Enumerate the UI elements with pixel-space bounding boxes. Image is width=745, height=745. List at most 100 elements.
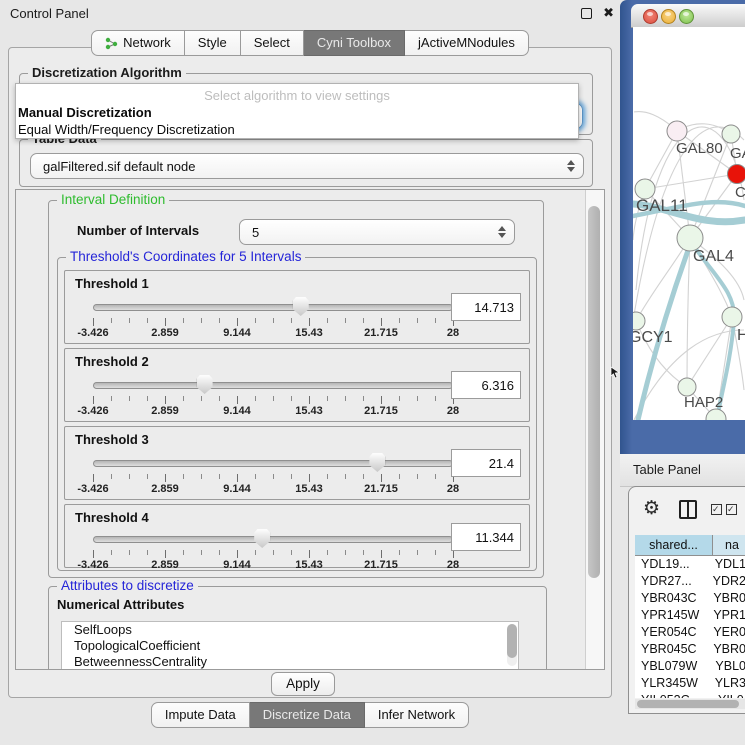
threshold-4-value[interactable] [451,523,521,551]
checkbox-icon[interactable]: ✓ [726,504,737,515]
tab-select[interactable]: Select [241,30,304,56]
stepper-icon [567,160,575,172]
close-icon[interactable]: ✖ [603,5,614,21]
tab-infer-network[interactable]: Infer Network [365,702,469,728]
algorithm-dropdown-popup: Select algorithm to view settings Manual… [15,83,579,139]
table-row[interactable]: YBL079WYBL0 [635,658,745,675]
scrollbar-thumb[interactable] [588,206,600,578]
tab-style[interactable]: Style [185,30,241,56]
interval-definition-group: Interval Definition Number of Intervals … [48,200,544,578]
node-label: GAL80 [676,140,723,157]
num-intervals-select[interactable]: 5 [239,219,515,245]
cyni-bottom-tabs: Impute Data Discretize Data Infer Networ… [0,702,620,728]
slider-track[interactable] [93,460,453,467]
network-canvas[interactable]: GAL80 GA C GAL11 GAL4 GCY1 H HAP2 [633,27,745,420]
tab-network[interactable]: Network [91,30,185,56]
stepper-icon [498,226,506,238]
threshold-2-value[interactable] [451,371,521,399]
node-gcy1[interactable] [633,312,645,330]
node-label: H [737,327,745,344]
network-window-titlebar[interactable] [631,4,745,28]
cyni-toolbox-panel: Discretization Algorithm Select algorith… [8,47,612,698]
numerical-attributes-list: SelfLoops TopologicalCoefficient Between… [61,621,519,670]
threshold-4-panel: Threshold 4 -3.4262.859 9.14415.43 21.71… [64,504,530,568]
settings-scrollpane: Interval Definition Number of Intervals … [15,189,605,670]
table-row[interactable]: YBR043CYBR0 [635,590,745,607]
minimize-traffic-light-icon[interactable] [661,9,676,24]
control-panel-tabs: Network Style Select Cyni Toolbox jActiv… [0,30,620,56]
slider-thumb[interactable] [293,297,309,316]
vertical-scrollbar[interactable] [585,190,604,669]
horizontal-scrollbar[interactable] [635,699,745,709]
slider-thumb[interactable] [254,529,270,548]
node-label: GA [730,145,745,162]
threshold-2-panel: Threshold 2 -3.4262.859 9.14415.43 21.71… [64,348,530,422]
slider-thumb[interactable] [197,375,213,394]
threshold-3-panel: Threshold 3 -3.4262.859 9.14415.43 21.71… [64,426,530,500]
scrollbar-thumb[interactable] [637,700,739,708]
tab-impute-data[interactable]: Impute Data [151,702,250,728]
node-label: HAP2 [684,394,723,411]
dropdown-option-equal-width[interactable]: Equal Width/Frequency Discretization [16,121,578,138]
node-label: GCY1 [633,329,673,346]
slider-thumb[interactable] [369,453,385,472]
group-title: Threshold's Coordinates for 5 Intervals [66,249,305,264]
numerical-attributes-label: Numerical Attributes [57,597,184,612]
column-header-shared-name[interactable]: shared... [635,535,713,555]
node-label: GAL11 [636,196,688,215]
table-toolbar: ⚙ ✓ ✓ [629,493,745,527]
slider-track[interactable] [93,536,453,543]
gear-icon[interactable]: ⚙ [643,497,660,520]
table-data-group: Table Data galFiltered.sif default node [19,139,593,187]
attributes-group: Attributes to discretize Numerical Attri… [48,586,547,670]
tab-discretize-data[interactable]: Discretize Data [250,702,365,728]
group-title: Interval Definition [57,192,169,207]
threshold-1-slider[interactable]: -3.4262.859 9.14415.43 21.71528 [93,297,453,341]
zoom-traffic-light-icon[interactable] [679,9,694,24]
columns-icon[interactable] [679,500,697,519]
node-selected-red[interactable] [728,165,745,184]
network-graph: GAL80 GA C GAL11 GAL4 GCY1 H HAP2 [633,27,745,420]
list-item[interactable]: TopologicalCoefficient [62,638,518,654]
table-row[interactable]: YPR145WYPR1 [635,607,745,624]
table-panel-title: Table Panel [633,462,701,477]
table-row[interactable]: YBR045CYBR0 [635,641,745,658]
threshold-3-slider[interactable]: -3.4262.859 9.14415.43 21.71528 [93,453,453,497]
network-view-window: GAL80 GA C GAL11 GAL4 GCY1 H HAP2 [620,0,745,454]
tab-jactivemnodules[interactable]: jActiveMNodules [405,30,529,56]
slider-track[interactable] [93,382,453,389]
close-traffic-light-icon[interactable] [643,9,658,24]
network-icon [105,37,118,50]
tab-cyni-toolbox[interactable]: Cyni Toolbox [304,30,405,56]
num-intervals-value: 5 [252,225,259,240]
table-data-value: galFiltered.sif default node [43,159,195,174]
tab-label: Network [123,31,171,55]
threshold-3-value[interactable] [451,449,521,477]
apply-button[interactable]: Apply [271,672,335,696]
node-label: C [735,184,745,201]
table-panel: ⚙ ✓ ✓ shared... na YDL19...YDL1 YDR27...… [628,486,745,714]
column-header-name[interactable]: na [713,535,745,555]
node-h[interactable] [722,307,742,327]
list-scrollbar[interactable] [507,624,517,666]
table-row[interactable]: YIL052CYIL0 [635,692,745,698]
control-panel-titlebar: Control Panel ✖ [0,0,620,26]
table-data-select[interactable]: galFiltered.sif default node [30,153,584,179]
node-top-right[interactable] [722,125,740,143]
slider-track[interactable] [93,304,453,311]
threshold-4-slider[interactable]: -3.4262.859 9.14415.43 21.71528 [93,529,453,573]
node-attribute-table: shared... na YDL19...YDL1 YDR27...YDR2 Y… [635,535,745,698]
dropdown-option-manual[interactable]: Manual Discretization [16,104,578,121]
table-row[interactable]: YER054CYER0 [635,624,745,641]
table-row[interactable]: YDR27...YDR2 [635,573,745,590]
float-window-icon[interactable] [581,8,592,19]
threshold-2-slider[interactable]: -3.4262.859 9.14415.43 21.71528 [93,375,453,419]
threshold-coordinates-group: Threshold's Coordinates for 5 Intervals … [57,257,537,571]
checkbox-icon[interactable]: ✓ [711,504,722,515]
node-gal80[interactable] [667,121,687,141]
list-item[interactable]: SelfLoops [62,622,518,638]
table-row[interactable]: YDL19...YDL1 [635,556,745,573]
threshold-1-value[interactable] [451,293,521,321]
table-row[interactable]: YLR345WYLR3 [635,675,745,692]
list-item[interactable]: BetweennessCentrality [62,654,518,670]
